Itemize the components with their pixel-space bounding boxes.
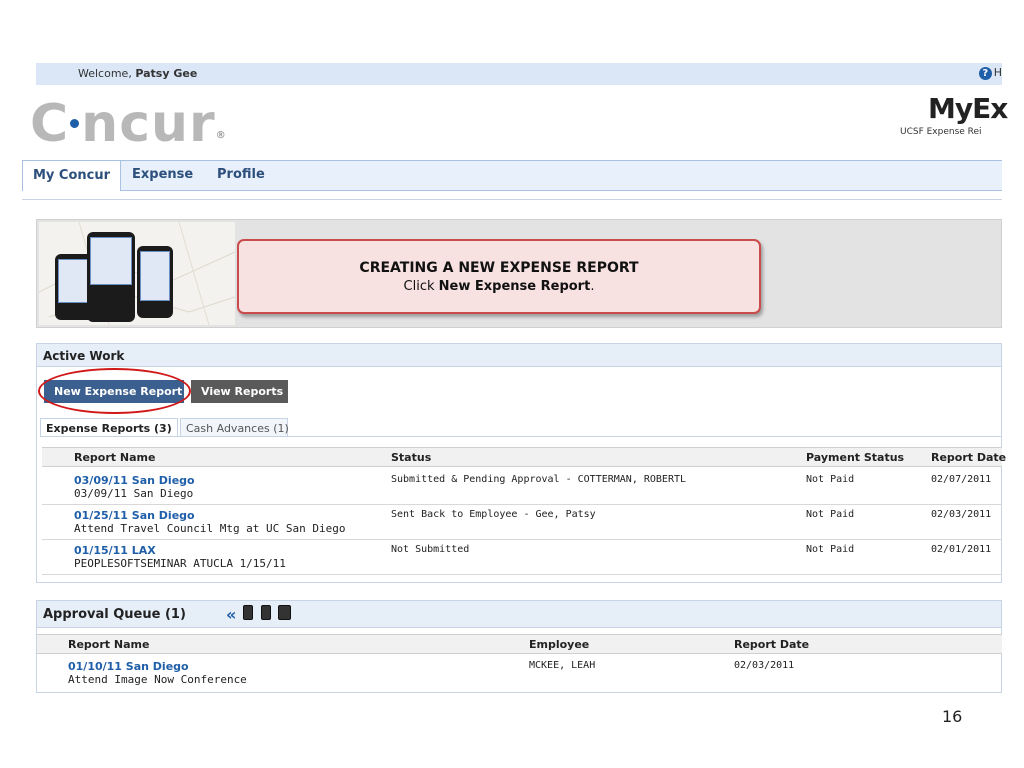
- user-name: Patsy Gee: [135, 67, 198, 80]
- slide-page-number: 16: [942, 707, 963, 726]
- report-name-cell: 01/10/11 San Diego Attend Image Now Conf…: [68, 660, 247, 686]
- report-name-cell: 01/15/11 LAX PEOPLESOFTSEMINAR ATUCLA 1/…: [74, 544, 286, 570]
- product-subtitle: UCSF Expense Rei: [900, 127, 982, 137]
- callout-body-suffix: .: [590, 279, 595, 294]
- report-date-cell: 02/03/2011: [931, 509, 992, 520]
- tab-expense-reports[interactable]: Expense Reports (3): [40, 418, 178, 437]
- active-work-title: Active Work: [37, 344, 1001, 367]
- help-icon[interactable]: ?: [978, 67, 992, 80]
- payment-status-cell: Not Paid: [806, 474, 855, 485]
- payment-status-cell: Not Paid: [806, 509, 855, 520]
- callout-body-prefix: Click: [403, 279, 435, 294]
- callout-title: CREATING A NEW EXPENSE REPORT: [359, 260, 639, 276]
- highlight-circle: [38, 368, 191, 414]
- main-nav: My Concur Expense Profile: [22, 160, 1002, 191]
- table-row[interactable]: 01/25/11 San Diego Attend Travel Council…: [42, 506, 1002, 540]
- approval-queue-title: Approval Queue (1): [37, 601, 1001, 628]
- report-date-cell: 02/07/2011: [931, 474, 992, 485]
- logo-text: ncur: [81, 94, 216, 154]
- status-cell: Submitted & Pending Approval - COTTERMAN…: [391, 474, 687, 485]
- report-desc: 03/09/11 San Diego: [74, 487, 194, 500]
- tab-my-concur[interactable]: My Concur: [22, 160, 122, 191]
- payment-status-cell: Not Paid: [806, 544, 855, 555]
- logo-letter-c: C: [30, 94, 70, 154]
- col-status[interactable]: Status: [391, 451, 431, 464]
- device-icon[interactable]: [277, 605, 291, 620]
- report-name-cell: 01/25/11 San Diego Attend Travel Council…: [74, 509, 346, 535]
- mobile-devices-image: [39, 222, 235, 325]
- approval-table-header: Report Name Employee Report Date: [37, 634, 1002, 654]
- phone-center-icon: [87, 232, 135, 322]
- instruction-callout: CREATING A NEW EXPENSE REPORT Click New …: [237, 239, 761, 314]
- report-date-cell: 02/01/2011: [931, 544, 992, 555]
- employee-cell: MCKEE, LEAH: [529, 660, 596, 671]
- callout-body-bold: New Expense Report: [438, 279, 591, 294]
- product-title: MyEx: [928, 92, 1008, 125]
- expense-table-header: Report Name Status Payment Status Report…: [42, 447, 1006, 467]
- table-row[interactable]: 01/10/11 San Diego Attend Image Now Conf…: [37, 657, 1002, 691]
- queue-tools: «: [226, 605, 291, 624]
- col-employee[interactable]: Employee: [529, 638, 589, 651]
- help-label[interactable]: H: [994, 66, 1002, 79]
- col-report-name[interactable]: Report Name: [68, 638, 149, 651]
- welcome-prefix: Welcome,: [78, 67, 132, 80]
- phone-right-icon: [137, 246, 173, 318]
- report-desc: Attend Image Now Conference: [68, 673, 247, 686]
- table-row[interactable]: 03/09/11 San Diego 03/09/11 San Diego Su…: [42, 471, 1002, 505]
- nav-divider: [22, 199, 1002, 200]
- view-reports-button[interactable]: View Reports: [191, 380, 288, 403]
- report-link[interactable]: 01/10/11 San Diego: [68, 660, 189, 673]
- report-link[interactable]: 01/25/11 San Diego: [74, 509, 195, 522]
- report-link[interactable]: 01/15/11 LAX: [74, 544, 156, 557]
- tab-cash-advances[interactable]: Cash Advances (1): [180, 418, 289, 437]
- welcome-bar: Welcome, Patsy Gee ? H: [36, 63, 1002, 85]
- col-payment-status[interactable]: Payment Status: [806, 451, 904, 464]
- tab-profile[interactable]: Profile: [217, 167, 265, 182]
- report-desc: PEOPLESOFTSEMINAR ATUCLA 1/15/11: [74, 557, 286, 570]
- device-icon[interactable]: [243, 605, 254, 620]
- report-desc: Attend Travel Council Mtg at UC San Dieg…: [74, 522, 346, 535]
- logo-registered-mark: ®: [215, 130, 227, 141]
- callout-body: Click New Expense Report.: [239, 279, 759, 294]
- logo-dot-icon: [70, 118, 80, 128]
- col-report-date[interactable]: Report Date: [931, 451, 1006, 464]
- report-name-cell: 03/09/11 San Diego 03/09/11 San Diego: [74, 474, 195, 500]
- col-report-date[interactable]: Report Date: [734, 638, 809, 651]
- col-report-name[interactable]: Report Name: [74, 451, 155, 464]
- device-icon[interactable]: [260, 605, 271, 620]
- collapse-chevron-icon[interactable]: «: [226, 605, 236, 624]
- table-row[interactable]: 01/15/11 LAX PEOPLESOFTSEMINAR ATUCLA 1/…: [42, 541, 1002, 575]
- tab-expense[interactable]: Expense: [132, 167, 193, 182]
- welcome-text: Welcome, Patsy Gee: [78, 67, 197, 80]
- status-cell: Not Submitted: [391, 544, 470, 555]
- help-link[interactable]: ? H: [978, 66, 1002, 80]
- subtab-divider: [40, 436, 1002, 437]
- status-cell: Sent Back to Employee - Gee, Patsy: [391, 509, 596, 520]
- report-link[interactable]: 03/09/11 San Diego: [74, 474, 195, 487]
- report-date-cell: 02/03/2011: [734, 660, 795, 671]
- concur-logo: Cncur®: [30, 94, 227, 154]
